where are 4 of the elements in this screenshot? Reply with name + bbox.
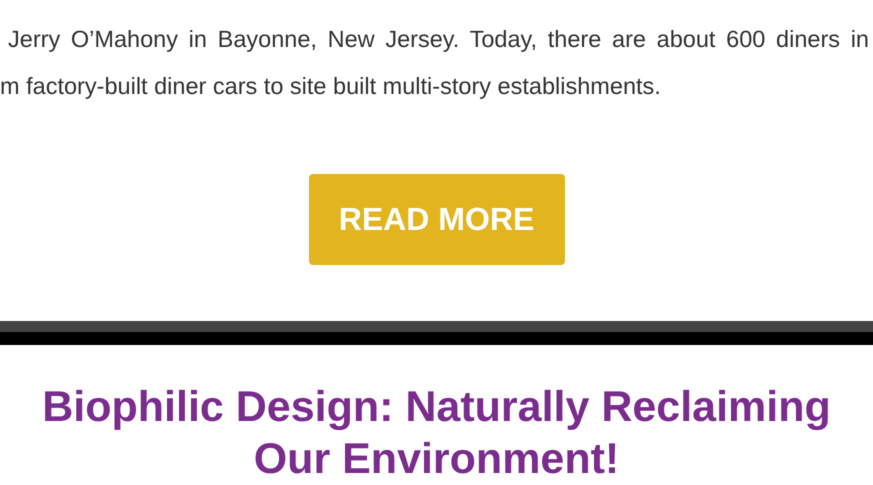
article-text: Jerry O’Mahony in Bayonne, New Jersey. Today, there are about 600 diners in <box>7 24 870 54</box>
article-title: Biophilic Design: Naturally Reclaiming Our Environment! <box>41 382 832 485</box>
read-more-button[interactable]: READ MORE <box>308 174 564 265</box>
article-text: m factory-built diner cars to site built multi-story establishments. <box>0 72 662 102</box>
